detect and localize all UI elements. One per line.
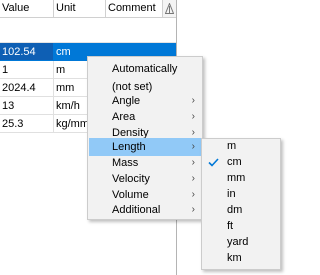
value-cell[interactable]: 2024.4	[0, 79, 54, 97]
menu-item-automatically[interactable]: Automatically	[89, 60, 201, 78]
column-header-comment[interactable]: Comment	[106, 0, 162, 18]
submenu-item-yard[interactable]: yard	[203, 235, 279, 250]
value-cell[interactable]: 1	[0, 61, 54, 79]
empty-row	[0, 18, 176, 43]
submenu-item-in[interactable]: in	[203, 187, 279, 202]
column-header-unit[interactable]: Unit	[54, 0, 106, 18]
column-options-button[interactable]	[162, 0, 176, 18]
chevron-right-icon: ›	[191, 204, 195, 215]
submenu-item-cm[interactable]: cm	[203, 155, 279, 170]
length-submenu: m cm mm in dm ft yard km	[201, 138, 281, 270]
checkmark-icon	[208, 158, 219, 167]
column-header-value[interactable]: Value	[0, 0, 54, 18]
menu-item-label: Additional	[112, 204, 161, 216]
submenu-item-label: dm	[227, 204, 243, 216]
submenu-item-ft[interactable]: ft	[203, 219, 279, 234]
submenu-item-label: yard	[227, 236, 249, 248]
submenu-item-dm[interactable]: dm	[203, 203, 279, 218]
value-cell[interactable]: 102.54	[0, 43, 54, 61]
submenu-item-label: in	[227, 188, 236, 200]
submenu-item-label: mm	[227, 172, 246, 184]
submenu-item-label: cm	[227, 156, 242, 168]
submenu-item-mm[interactable]: mm	[203, 171, 279, 186]
unit-context-menu: Automatically (not set) Angle › Area › D…	[87, 56, 203, 220]
value-cell[interactable]: 25.3	[0, 115, 54, 133]
submenu-item-label: m	[227, 140, 237, 152]
menu-item-label: Automatically	[112, 63, 178, 75]
menu-item-additional[interactable]: Additional ›	[89, 201, 201, 219]
submenu-item-km[interactable]: km	[203, 251, 279, 266]
column-options-icon	[165, 3, 174, 14]
value-cell[interactable]: 13	[0, 97, 54, 115]
submenu-item-label: ft	[227, 220, 234, 232]
submenu-item-m[interactable]: m	[203, 139, 279, 154]
submenu-item-label: km	[227, 252, 242, 264]
